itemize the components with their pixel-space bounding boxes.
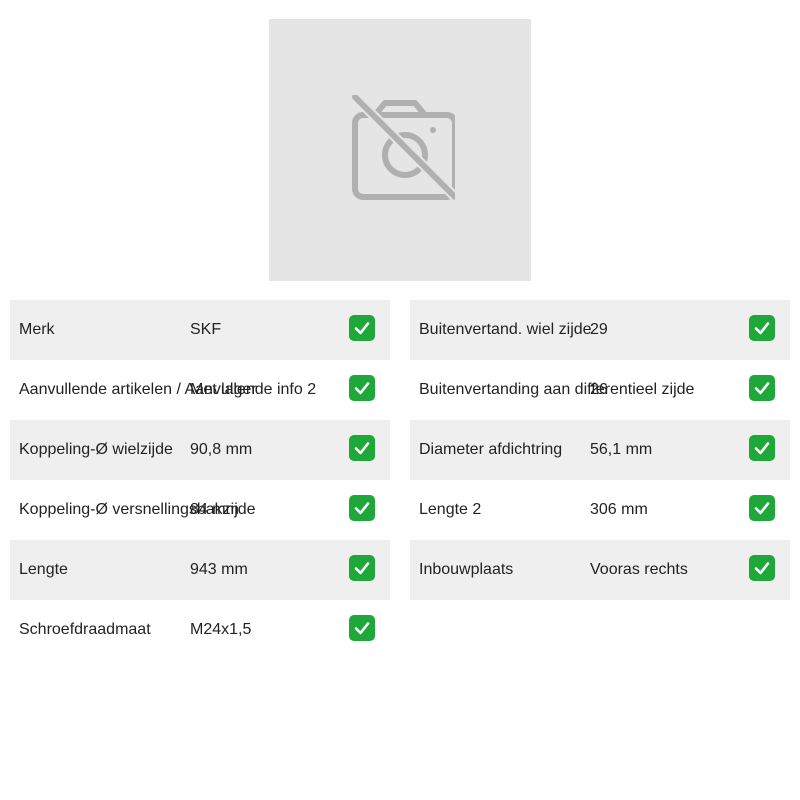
product-image-placeholder [269, 19, 531, 281]
check-icon [749, 435, 775, 461]
check-icon [749, 315, 775, 341]
spec-value: Vooras rechts [590, 561, 688, 578]
spec-value: 56,1 mm [590, 441, 653, 458]
check-icon [349, 615, 375, 641]
check-icon [749, 555, 775, 581]
check-icon [349, 435, 375, 461]
spec-label: Inbouwplaats [419, 561, 514, 578]
spec-label: Buitenvertanding aan differentieel zijde [419, 381, 695, 398]
check-icon [349, 375, 375, 401]
spec-label: Koppeling-Ø wielzijde [19, 441, 173, 458]
spec-value: 84 mm [190, 501, 239, 518]
check-icon [349, 495, 375, 521]
spec-label: Buitenvertand. wiel zijde [419, 321, 592, 338]
spec-label: Aanvullende artikelen / Aanvullende info… [19, 381, 317, 398]
spec-value: 90,8 mm [190, 441, 253, 458]
spec-value: 29 [590, 321, 608, 338]
spec-label: Schroefdraadmaat [19, 621, 151, 638]
spec-label: Lengte [19, 561, 68, 578]
spec-label: Lengte 2 [419, 501, 482, 518]
spec-value: 306 mm [590, 501, 648, 518]
spec-table-right: Buitenvertand. wiel zijde 29 Buitenverta… [410, 300, 790, 600]
spec-row: Diameter afdichtring 56,1 mm [410, 420, 790, 480]
spec-label: Merk [19, 321, 55, 338]
spec-row: Lengte 943 mm [10, 540, 390, 600]
spec-row: Schroefdraadmaat M24x1,5 [10, 600, 390, 660]
spec-value: Met lager [190, 381, 257, 398]
spec-row: Buitenvertanding aan differentieel zijde… [410, 360, 790, 420]
spec-table-left: Merk SKF Aanvullende artikelen / Aanvull… [10, 300, 390, 660]
check-icon [749, 495, 775, 521]
spec-value: M24x1,5 [190, 621, 252, 638]
check-icon [349, 555, 375, 581]
spec-row: Lengte 2 306 mm [410, 480, 790, 540]
spec-row: Aanvullende artikelen / Aanvullende info… [10, 360, 390, 420]
check-icon [349, 315, 375, 341]
spec-row: Koppeling-Ø wielzijde 90,8 mm [10, 420, 390, 480]
spec-label: Diameter afdichtring [419, 441, 563, 458]
spec-row: Koppeling-Ø versnellingsbakzijde 84 mm [10, 480, 390, 540]
spec-row: Buitenvertand. wiel zijde 29 [410, 300, 790, 360]
spec-value: 26 [590, 381, 608, 398]
no-photo-camera-icon [351, 95, 455, 201]
check-icon [749, 375, 775, 401]
spec-value: 943 mm [190, 561, 248, 578]
spec-value: SKF [190, 321, 222, 338]
spec-row: Merk SKF [10, 300, 390, 360]
spec-row: Inbouwplaats Vooras rechts [410, 540, 790, 600]
